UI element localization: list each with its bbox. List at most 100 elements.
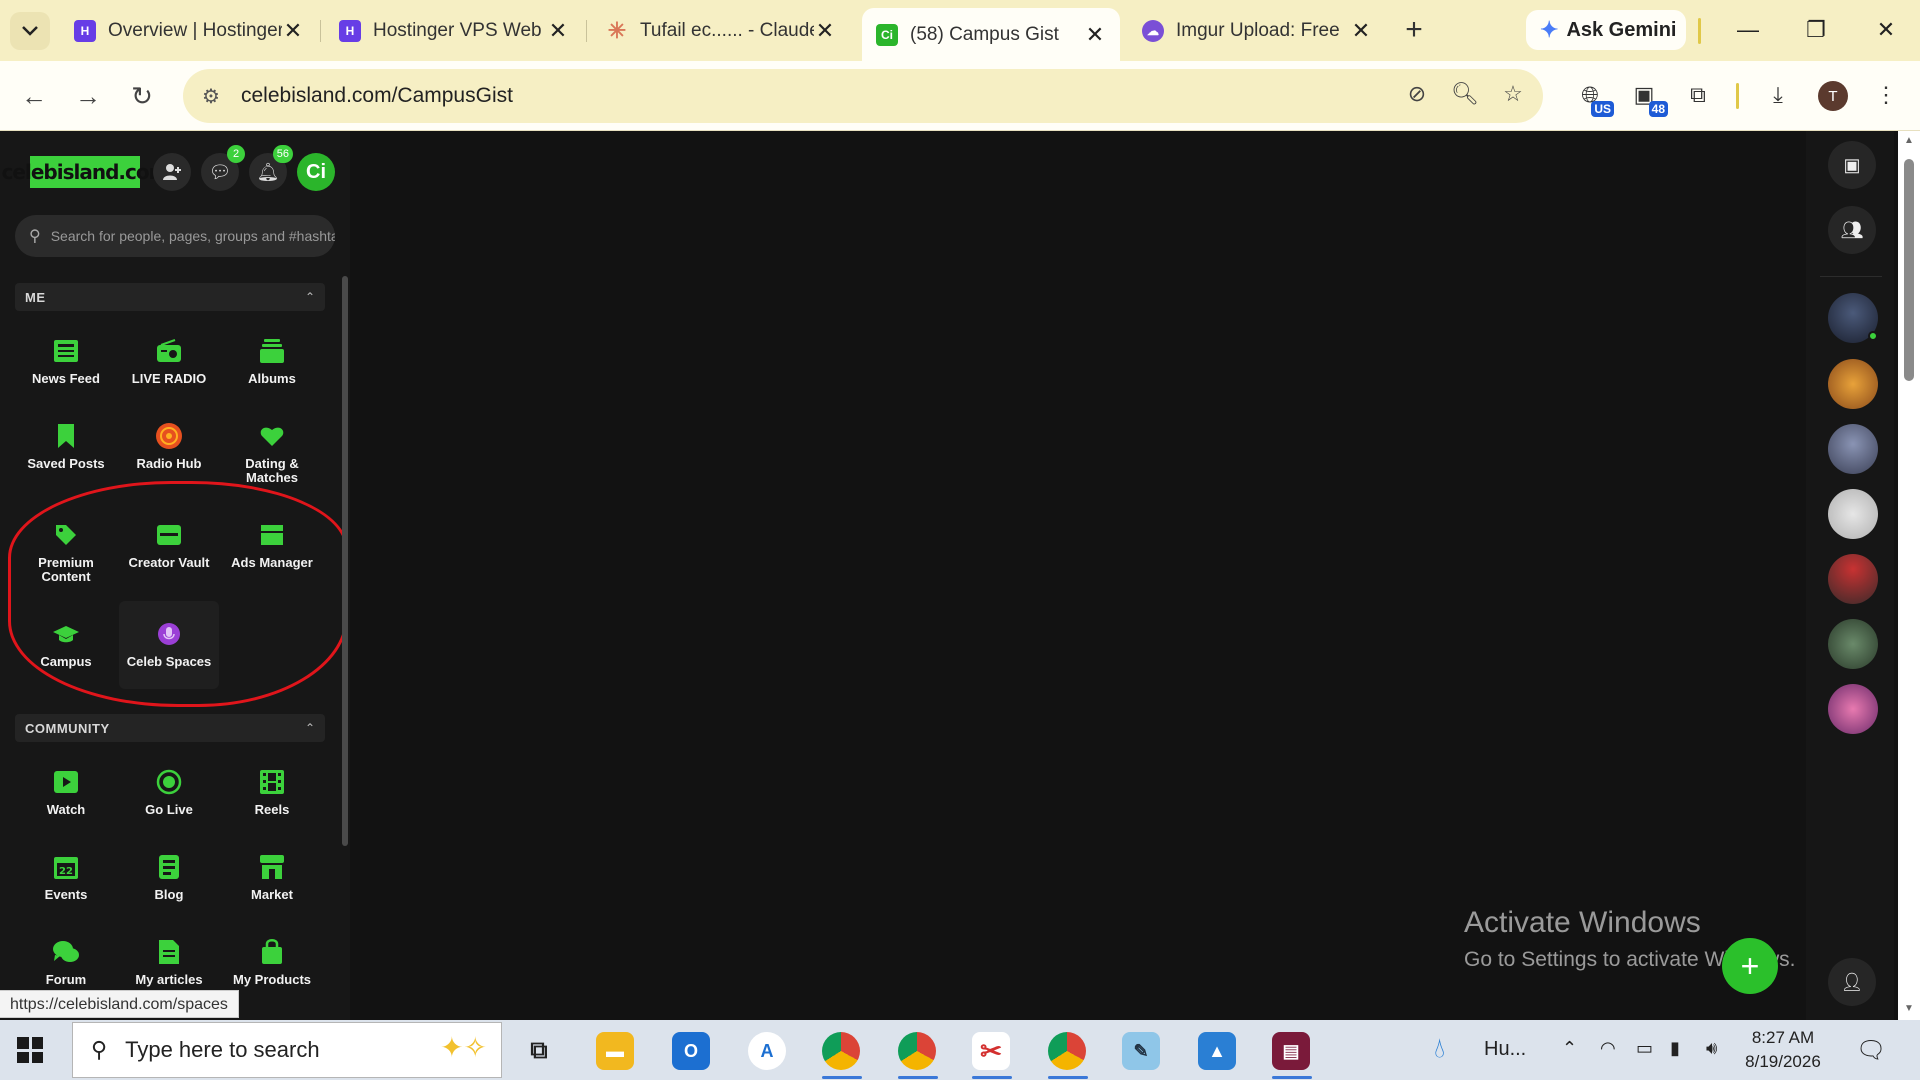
- close-tab-icon[interactable]: ✕: [1350, 18, 1372, 44]
- bookmark-star-icon[interactable]: ☆: [1498, 79, 1528, 109]
- section-community-header[interactable]: COMMUNITY ⌃: [15, 714, 325, 742]
- chevron-up-icon[interactable]: ⌃: [1562, 1038, 1577, 1059]
- nav-dating-matches[interactable]: Dating & Matches: [228, 407, 316, 491]
- snipping-tool-icon[interactable]: ✂: [972, 1032, 1010, 1070]
- back-button[interactable]: ←: [16, 78, 52, 114]
- restore-button[interactable]: ❐: [1788, 10, 1844, 50]
- messages-button[interactable]: 💬︎ 2: [201, 145, 245, 191]
- menu-kebab-icon[interactable]: ⋮: [1868, 77, 1904, 113]
- chat-bubbles-icon: [51, 937, 81, 967]
- meet-now-icon[interactable]: ▭: [1636, 1038, 1653, 1059]
- page-scrollbar[interactable]: ▲ ▼: [1898, 131, 1920, 1020]
- wifi-icon[interactable]: ◠: [1600, 1038, 1616, 1059]
- app-store-icon[interactable]: A: [748, 1032, 786, 1070]
- nav-albums[interactable]: Albums: [228, 322, 316, 406]
- nav-blog[interactable]: Blog: [125, 838, 213, 922]
- vpn-extension-icon[interactable]: 🌐︎ US: [1572, 77, 1614, 117]
- notepad-icon[interactable]: ✎: [1122, 1032, 1160, 1070]
- download-icon[interactable]: ⤓: [1760, 77, 1796, 113]
- item-label: Reels: [254, 802, 290, 817]
- create-post-fab[interactable]: +: [1722, 938, 1778, 994]
- user-avatar[interactable]: Ci: [297, 153, 335, 191]
- search-placeholder: Search for people, pages, groups and #ha…: [50, 228, 335, 244]
- taskbar-search-input[interactable]: ⚲ Type here to search ✦✧: [72, 1022, 502, 1078]
- nav-radio-hub[interactable]: Radio Hub: [125, 407, 213, 491]
- close-tab-icon[interactable]: ✕: [282, 18, 304, 44]
- system-clock[interactable]: 8:27 AM 8/19/2026: [1738, 1026, 1828, 1074]
- gemini-label: Ask Gemini: [1566, 18, 1677, 41]
- tab-claude[interactable]: ✳ Tufail ec...... - Claude ✕: [592, 8, 850, 53]
- outlook-icon[interactable]: O: [672, 1032, 710, 1070]
- notification-center-icon[interactable]: 🗨︎: [1856, 1036, 1886, 1065]
- profile-avatar[interactable]: T: [1818, 81, 1848, 111]
- tab-imgur[interactable]: ☁ Imgur Upload: Free ✕: [1128, 8, 1386, 53]
- winrar-icon[interactable]: ▤: [1272, 1032, 1310, 1070]
- task-view-icon[interactable]: ⧉: [520, 1032, 558, 1070]
- extensions-puzzle-icon[interactable]: ⧉: [1680, 77, 1716, 113]
- chat-button[interactable]: ▣: [1828, 141, 1876, 189]
- site-logo[interactable]: celebisland.com: [2, 156, 169, 188]
- url-text[interactable]: celebisland.com/CampusGist: [241, 84, 513, 108]
- reload-button[interactable]: ↻: [124, 78, 160, 114]
- chrome-profile-icon[interactable]: [898, 1032, 936, 1070]
- nav-my-products[interactable]: My Products: [228, 923, 316, 1007]
- close-tab-icon[interactable]: ✕: [814, 18, 836, 44]
- extension-counter-icon[interactable]: ▣ 48: [1626, 77, 1668, 117]
- tab-hostinger-vps[interactable]: H Hostinger VPS Web ✕: [325, 8, 583, 53]
- friend-avatar[interactable]: [1828, 489, 1878, 539]
- file-explorer-icon[interactable]: ▬: [596, 1032, 634, 1070]
- notifications-button[interactable]: 🔔︎ 56: [249, 145, 293, 191]
- chevron-up-icon[interactable]: ⌃: [305, 721, 315, 735]
- nav-saved-posts[interactable]: Saved Posts: [22, 407, 110, 491]
- battery-icon[interactable]: ▮: [1670, 1038, 1680, 1059]
- close-tab-icon[interactable]: ✕: [547, 18, 569, 44]
- ask-gemini-button[interactable]: ✦ Ask Gemini: [1526, 10, 1686, 50]
- minimize-button[interactable]: —: [1720, 10, 1776, 50]
- new-tab-button[interactable]: +: [1398, 13, 1430, 46]
- chrome-alt-icon[interactable]: [1048, 1032, 1086, 1070]
- weather-text[interactable]: Hu...: [1484, 1038, 1526, 1061]
- friend-avatar[interactable]: [1828, 293, 1878, 343]
- section-me-header[interactable]: ME ⌃: [15, 283, 325, 311]
- tracking-eye-off-icon[interactable]: ⊘: [1402, 79, 1432, 109]
- search-icon: ⚲: [29, 228, 41, 245]
- friend-avatar[interactable]: [1828, 619, 1878, 669]
- nav-news-feed[interactable]: News Feed: [22, 322, 110, 406]
- item-label: Forum: [45, 972, 87, 987]
- site-search-input[interactable]: ⚲ Search for people, pages, groups and #…: [15, 215, 335, 257]
- page-scroll-thumb[interactable]: [1904, 159, 1914, 381]
- friend-avatar[interactable]: [1828, 684, 1878, 734]
- item-label: Market: [251, 887, 293, 902]
- sidebar-scrollbar[interactable]: [342, 276, 348, 846]
- nav-live-radio[interactable]: LIVE RADIO: [125, 322, 213, 406]
- close-window-button[interactable]: ✕: [1858, 10, 1914, 50]
- tab-campus-gist[interactable]: Ci (58) Campus Gist ✕: [862, 8, 1120, 61]
- nav-watch[interactable]: Watch: [22, 753, 110, 837]
- weather-humidity-icon[interactable]: 💧︎: [1434, 1032, 1445, 1065]
- chrome-icon[interactable]: [822, 1032, 860, 1070]
- windows-start-button[interactable]: [12, 1032, 48, 1068]
- friends-button[interactable]: 👥︎: [1828, 206, 1876, 254]
- address-bar[interactable]: ⚙ celebisland.com/CampusGist: [183, 69, 1543, 123]
- bookmark-icon: [51, 421, 81, 451]
- nav-go-live[interactable]: Go Live: [125, 753, 213, 837]
- browser-toolbar: ← → ↻ ⚙ celebisland.com/CampusGist ⊘ 🔍︎ …: [0, 61, 1920, 131]
- nav-reels[interactable]: Reels: [228, 753, 316, 837]
- friend-avatar[interactable]: [1828, 424, 1878, 474]
- friend-avatar[interactable]: [1828, 554, 1878, 604]
- zoom-icon[interactable]: 🔍︎: [1450, 79, 1480, 109]
- add-friend-button[interactable]: [153, 153, 191, 191]
- friend-avatar[interactable]: [1828, 359, 1878, 409]
- sparkle-icon: ✦✧: [440, 1032, 487, 1063]
- close-tab-icon[interactable]: ✕: [1084, 22, 1106, 48]
- chevron-up-icon[interactable]: ⌃: [305, 290, 315, 304]
- photos-icon[interactable]: ▲: [1198, 1032, 1236, 1070]
- volume-icon[interactable]: 🔊︎: [1706, 1038, 1717, 1059]
- find-people-button[interactable]: 👤︎: [1828, 958, 1876, 1006]
- forward-button[interactable]: →: [70, 78, 106, 114]
- nav-events[interactable]: 22 Events: [22, 838, 110, 922]
- nav-market[interactable]: Market: [228, 838, 316, 922]
- tab-search-dropdown[interactable]: [10, 12, 50, 50]
- site-info-icon[interactable]: ⚙: [193, 78, 229, 114]
- tab-overview-hostinger[interactable]: H Overview | Hostinger ✕: [60, 8, 318, 53]
